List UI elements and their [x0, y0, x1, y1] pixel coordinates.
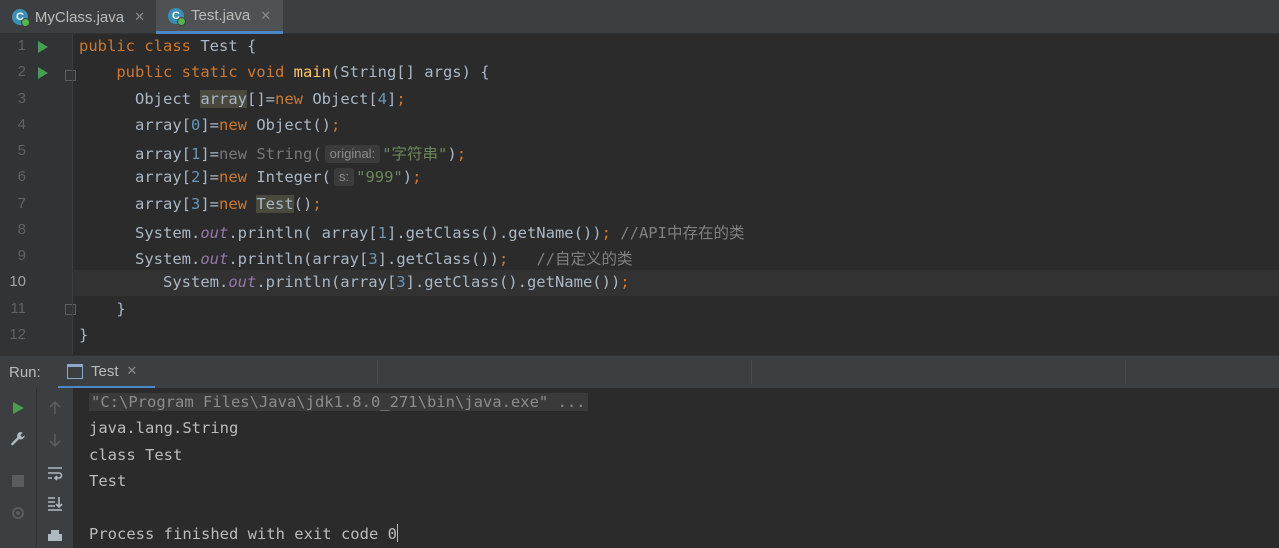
code-line-3: Object array[]=new Object[4];	[79, 90, 406, 108]
line-number: 7	[17, 195, 26, 212]
divider	[1125, 360, 1126, 384]
line-number: 1	[17, 37, 26, 54]
tab-test-java[interactable]: C Test.java ✕	[156, 0, 283, 34]
arrow-down-icon[interactable]	[45, 430, 65, 450]
console-line: class Test	[89, 446, 183, 464]
code-line-8: System.out.println( array[1].getClass().…	[79, 224, 745, 242]
java-class-icon: C	[168, 7, 186, 26]
run-tab-label: Test	[91, 362, 119, 380]
text-caret	[396, 524, 398, 542]
code-line-5: array[1]=new String(original: "字符串");	[79, 145, 467, 163]
print-icon[interactable]	[45, 526, 65, 546]
line-number-current: 10	[9, 273, 26, 290]
editor-gutter: 1 2 3 4 5 6 7 8 9 10 11 12	[0, 34, 76, 355]
gutter-divider	[72, 34, 73, 355]
divider	[751, 360, 752, 384]
console-line: Process finished with exit code 0	[89, 524, 398, 543]
tab-label: MyClass.java	[34, 8, 125, 26]
fold-marker-icon[interactable]	[65, 304, 76, 315]
code-line-11: }	[79, 300, 126, 318]
run-panel-header: Run: Test ✕	[0, 355, 1279, 389]
code-editor[interactable]: 1 2 3 4 5 6 7 8 9 10 11 12 public class …	[0, 34, 1279, 355]
param-hint: original:	[324, 145, 381, 163]
run-label: Run:	[9, 364, 41, 381]
run-gutter-icon[interactable]	[38, 67, 48, 79]
run-tab-test[interactable]: Test ✕	[58, 356, 155, 389]
tab-myclass-java[interactable]: C MyClass.java ✕	[0, 0, 155, 34]
debug-settings-icon[interactable]	[8, 503, 28, 523]
run-gutter-icon[interactable]	[38, 41, 48, 53]
scroll-to-end-icon[interactable]	[45, 494, 65, 514]
console-line: "C:\Program Files\Java\jdk1.8.0_271\bin\…	[89, 393, 588, 411]
code-line-12: }	[79, 326, 89, 344]
run-toolbar-primary	[0, 388, 37, 548]
console-output-area[interactable]: "C:\Program Files\Java\jdk1.8.0_271\bin\…	[0, 388, 1279, 548]
console-line: java.lang.String	[89, 419, 239, 437]
line-number: 5	[17, 142, 26, 159]
line-number: 11	[10, 300, 26, 317]
arrow-up-icon[interactable]	[45, 398, 65, 418]
rerun-icon[interactable]	[8, 398, 28, 418]
code-line-6: array[2]=new Integer(s: "999");	[79, 168, 422, 186]
line-number: 6	[17, 168, 26, 185]
close-icon[interactable]: ✕	[260, 8, 271, 24]
code-line-1: public class Test {	[79, 37, 257, 55]
line-number: 4	[17, 116, 26, 133]
tab-label: Test.java	[191, 7, 251, 24]
line-number: 12	[9, 326, 26, 343]
line-number: 2	[17, 63, 26, 80]
code-line-7: array[3]=new Test();	[79, 195, 322, 213]
divider	[377, 360, 378, 384]
close-icon[interactable]: ✕	[127, 363, 138, 379]
line-number: 9	[17, 247, 26, 264]
console-icon	[67, 363, 83, 379]
param-hint: s:	[333, 168, 355, 186]
line-number: 3	[17, 90, 26, 107]
fold-marker-icon[interactable]	[65, 70, 76, 81]
code-line-10: System.out.println(array[3].getClass().g…	[79, 273, 630, 291]
wrench-icon[interactable]	[8, 429, 28, 449]
line-number: 8	[17, 221, 26, 238]
stop-icon[interactable]	[8, 471, 28, 491]
code-line-9: System.out.println(array[3].getClass());…	[79, 250, 633, 268]
run-toolbar-secondary	[37, 388, 73, 548]
java-class-icon: C	[12, 9, 30, 27]
console-line: Test	[89, 472, 127, 490]
soft-wrap-icon[interactable]	[45, 463, 65, 483]
code-line-2: public static void main(String[] args) {	[116, 63, 490, 81]
editor-tab-bar: C MyClass.java ✕ C Test.java ✕	[0, 0, 1279, 34]
close-icon[interactable]: ✕	[134, 9, 145, 25]
code-line-4: array[0]=new Object();	[79, 116, 341, 134]
